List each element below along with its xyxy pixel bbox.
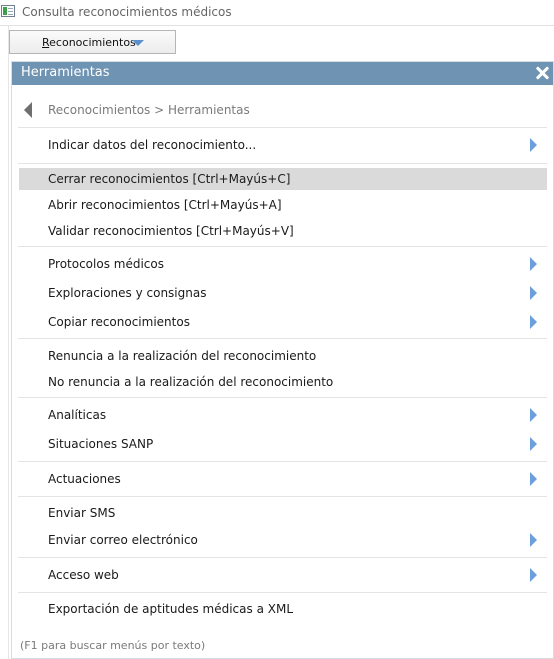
- menu-item-label: Abrir reconocimientos [Ctrl+Mayús+A]: [48, 198, 282, 212]
- chevron-down-icon: [132, 40, 144, 46]
- reconocimientos-menu-button[interactable]: Reconocimientos: [9, 30, 176, 54]
- menu-item-label: Protocolos médicos: [48, 257, 164, 271]
- menu-item-label: Copiar reconocimientos: [48, 315, 190, 329]
- menu-separator: [18, 246, 547, 247]
- menu-item-analiticas[interactable]: Analíticas: [19, 404, 547, 426]
- menu-item-label: Cerrar reconocimientos [Ctrl+Mayús+C]: [48, 172, 291, 186]
- menu-separator: [18, 592, 547, 593]
- submenu-arrow-icon: [530, 286, 537, 300]
- menu-item-label: Actuaciones: [48, 472, 121, 486]
- menu-separator: [18, 338, 547, 339]
- submenu-arrow-icon: [530, 315, 537, 329]
- footer-hint: (F1 para buscar menús por texto): [20, 639, 206, 652]
- submenu-arrow-icon: [530, 472, 537, 486]
- titlebar-divider: [0, 25, 554, 26]
- window-titlebar: Consulta reconocimientos médicos: [0, 0, 554, 25]
- menu-item-indicar-datos[interactable]: Indicar datos del reconocimiento...: [19, 134, 547, 156]
- submenu-arrow-icon: [530, 437, 537, 451]
- submenu-arrow-icon: [530, 257, 537, 271]
- menu-item-exploraciones-consignas[interactable]: Exploraciones y consignas: [19, 282, 547, 304]
- menu-button-label: Reconocimientos: [42, 36, 136, 49]
- menu-separator: [18, 127, 547, 128]
- menu-item-label: Renuncia a la realización del reconocimi…: [48, 349, 317, 363]
- window-title: Consulta reconocimientos médicos: [22, 5, 232, 19]
- menu-item-label: Acceso web: [48, 568, 119, 582]
- menu-item-label: Analíticas: [48, 408, 107, 422]
- menu-item-label: Indicar datos del reconocimiento...: [48, 138, 257, 152]
- menu-item-situaciones-sanp[interactable]: Situaciones SANP: [19, 433, 547, 455]
- app-window-icon: [1, 5, 15, 17]
- menu-item-protocolos-medicos[interactable]: Protocolos médicos: [19, 253, 547, 275]
- menu-item-enviar-sms[interactable]: Enviar SMS: [19, 502, 547, 524]
- back-arrow-icon[interactable]: [24, 102, 32, 118]
- menu-item-enviar-correo[interactable]: Enviar correo electrónico: [19, 529, 547, 551]
- menu-item-label: Validar reconocimientos [Ctrl+Mayús+V]: [48, 224, 294, 238]
- menu-separator: [18, 557, 547, 558]
- submenu-arrow-icon: [530, 408, 537, 422]
- menu-item-abrir-reconocimientos[interactable]: Abrir reconocimientos [Ctrl+Mayús+A]: [19, 194, 547, 216]
- menu-separator: [18, 496, 547, 497]
- menu-item-acceso-web[interactable]: Acceso web: [19, 564, 547, 586]
- panel-title: Herramientas: [21, 65, 110, 80]
- tools-panel: Herramientas Reconocimientos > Herramien…: [11, 61, 554, 659]
- menu-separator: [18, 163, 547, 164]
- menu-item-exportacion-xml[interactable]: Exportación de aptitudes médicas a XML: [19, 598, 547, 620]
- menu-item-actuaciones[interactable]: Actuaciones: [19, 468, 547, 490]
- submenu-arrow-icon: [530, 568, 537, 582]
- menu-item-label: Enviar correo electrónico: [48, 533, 198, 547]
- panel-header: Herramientas: [12, 62, 553, 85]
- submenu-arrow-icon: [530, 138, 537, 152]
- menu-item-no-renuncia[interactable]: No renuncia a la realización del reconoc…: [19, 371, 547, 393]
- menu-separator: [18, 397, 547, 398]
- menu-item-renuncia[interactable]: Renuncia a la realización del reconocimi…: [19, 345, 547, 367]
- menu-item-label: Enviar SMS: [48, 506, 116, 520]
- menu-item-label: Exportación de aptitudes médicas a XML: [48, 602, 293, 616]
- menu-item-label: Exploraciones y consignas: [48, 286, 207, 300]
- submenu-arrow-icon: [530, 533, 537, 547]
- menu-separator: [18, 461, 547, 462]
- menu-item-label: Situaciones SANP: [48, 437, 154, 451]
- menu-item-cerrar-reconocimientos[interactable]: Cerrar reconocimientos [Ctrl+Mayús+C]: [19, 168, 547, 190]
- menu-item-validar-reconocimientos[interactable]: Validar reconocimientos [Ctrl+Mayús+V]: [19, 220, 547, 242]
- window-left-border: [8, 26, 9, 659]
- close-icon[interactable]: [535, 66, 549, 80]
- menu-item-copiar-reconocimientos[interactable]: Copiar reconocimientos: [19, 311, 547, 333]
- menu-item-label: No renuncia a la realización del reconoc…: [48, 375, 334, 389]
- breadcrumb: Reconocimientos > Herramientas: [48, 103, 250, 117]
